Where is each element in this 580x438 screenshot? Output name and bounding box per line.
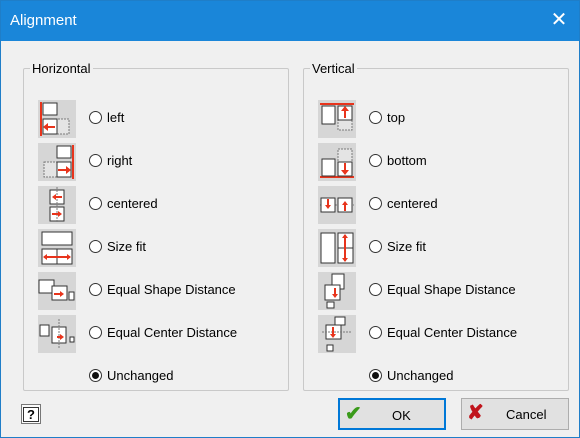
align-right-icon [38,143,76,181]
horizontal-equal-shape-distance-label: Equal Shape Distance [107,282,236,297]
vertical-centered-radio[interactable] [369,197,382,210]
horizontal-size-fit-radio[interactable] [89,240,102,253]
vertical-size-fit-label: Size fit [387,239,427,254]
ok-button[interactable]: ✔ OK [338,398,446,430]
vertical-equal-shape-distance-label: Equal Shape Distance [387,282,516,297]
dialog-title: Alignment [10,12,77,29]
help-icon: ? [23,406,39,422]
size-fit-vertical-icon [318,229,356,267]
title-bar: Alignment ✕ [1,1,579,41]
align-center-horizontal-icon [38,186,76,224]
vertical-top-radio[interactable] [369,111,382,124]
vertical-unchanged-label: Unchanged [387,368,454,383]
vertical-equal-center-distance-radio[interactable] [369,326,382,339]
help-button[interactable]: ? [21,404,41,424]
equal-center-distance-vertical-icon [318,315,356,353]
align-bottom-icon [318,143,356,181]
horizontal-right-label: right [107,153,133,168]
cross-icon: ✘ [467,402,484,424]
alignment-dialog: Alignment ✕ Horizontal left right center… [0,0,580,438]
vertical-group: Vertical top bottom centered Size fit Eq… [303,61,569,391]
horizontal-centered-radio[interactable] [89,197,102,210]
horizontal-equal-shape-distance-radio[interactable] [89,283,102,296]
horizontal-left-radio[interactable] [89,111,102,124]
horizontal-unchanged-radio[interactable] [89,369,102,382]
horizontal-legend: Horizontal [32,61,91,76]
horizontal-left-label: left [107,110,125,125]
horizontal-equal-center-distance-radio[interactable] [89,326,102,339]
align-top-icon [318,100,356,138]
equal-shape-distance-horizontal-icon [38,272,76,310]
vertical-bottom-radio[interactable] [369,154,382,167]
cancel-button[interactable]: ✘ Cancel [461,398,569,430]
horizontal-centered-label: centered [107,196,158,211]
equal-shape-distance-vertical-icon [318,272,356,310]
align-center-vertical-icon [318,186,356,224]
horizontal-size-fit-label: Size fit [107,239,147,254]
size-fit-horizontal-icon [38,229,76,267]
vertical-legend: Vertical [312,61,355,76]
cancel-button-label: Cancel [506,407,547,422]
align-left-icon [38,100,76,138]
vertical-top-label: top [387,110,406,125]
horizontal-unchanged-label: Unchanged [107,368,174,383]
checkmark-icon: ✔ [345,403,362,425]
close-icon[interactable]: ✕ [539,1,579,41]
vertical-equal-center-distance-label: Equal Center Distance [387,325,518,340]
horizontal-equal-center-distance-label: Equal Center Distance [107,325,238,340]
vertical-equal-shape-distance-radio[interactable] [369,283,382,296]
vertical-centered-label: centered [387,196,438,211]
equal-center-distance-horizontal-icon [38,315,76,353]
horizontal-group: Horizontal left right centered Size fit … [23,61,289,391]
horizontal-right-radio[interactable] [89,154,102,167]
vertical-size-fit-radio[interactable] [369,240,382,253]
vertical-unchanged-radio[interactable] [369,369,382,382]
vertical-bottom-label: bottom [387,153,427,168]
ok-button-label: OK [392,408,411,423]
